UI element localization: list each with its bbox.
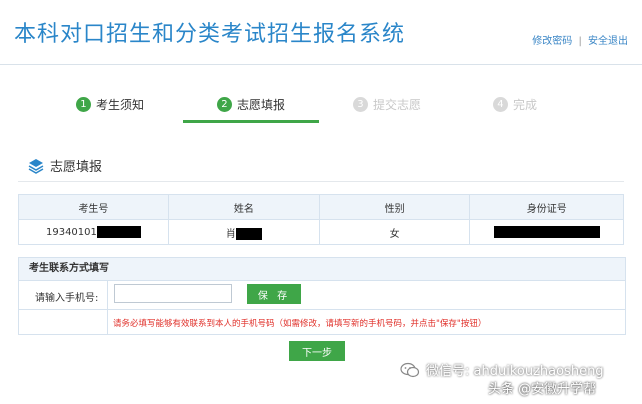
table-header-row: 考生号 姓名 性别 身份证号 — [18, 194, 624, 220]
gender-cell: 女 — [318, 219, 471, 245]
wechat-watermark: 微信号: ahduikouzhaosheng — [400, 360, 604, 379]
wechat-id: 微信号: ahduikouzhaosheng — [426, 364, 604, 379]
section-divider — [18, 181, 624, 182]
step-label: 完成 — [512, 97, 537, 112]
save-button[interactable]: 保 存 — [247, 284, 301, 304]
exam-no-cell: 19340101 — [18, 219, 169, 245]
wechat-icon — [400, 362, 420, 377]
phone-note: 请务必填写能够有效联系到本人的手机号码（如需修改，请填写新的手机号码，并点击"保… — [113, 319, 487, 329]
step-label: 考生须知 — [95, 97, 144, 112]
step-complete: 4 完成 — [455, 88, 575, 120]
student-info-table: 考生号 姓名 性别 身份证号 19340101 肖 女 — [18, 194, 624, 245]
step-instructions: 1 考生须知 — [40, 88, 180, 120]
name-cell: 肖 — [167, 219, 320, 245]
redaction-bar — [96, 226, 141, 238]
step-number: 2 — [216, 96, 232, 112]
header-links: 修改密码 | 安全退出 — [532, 32, 628, 47]
section-title-text: 志愿填报 — [50, 160, 103, 175]
note-row: 请务必填写能够有效联系到本人的手机号码（如需修改，请填写新的手机号码，并点击"保… — [19, 310, 625, 334]
phone-label: 请输入手机号: — [35, 293, 99, 304]
change-password-link[interactable]: 修改密码 — [532, 36, 572, 47]
step-progress: 1 考生须知 2 志愿填报 3 提交志愿 4 完成 — [0, 88, 642, 124]
header: 本科对口招生和分类考试招生报名系统 修改密码 | 安全退出 — [0, 0, 642, 65]
note-label-cell — [19, 310, 108, 334]
step-label: 志愿填报 — [236, 97, 285, 112]
col-exam-no: 考生号 — [18, 194, 169, 220]
redaction-bar — [493, 226, 600, 238]
step-fill-preferences: 2 志愿填报 — [183, 88, 319, 123]
phone-row: 请输入手机号: 保 存 — [19, 281, 625, 310]
phone-input[interactable] — [114, 284, 232, 303]
col-name: 姓名 — [167, 194, 320, 220]
next-step-button[interactable]: 下一步 — [289, 341, 345, 361]
phone-label-cell: 请输入手机号: — [19, 281, 108, 309]
site-title: 本科对口招生和分类考试招生报名系统 — [14, 22, 406, 47]
col-gender: 性别 — [318, 194, 471, 220]
source-watermark: 头条 @安徽升学帮 — [488, 382, 597, 397]
header-separator: | — [578, 36, 582, 47]
redaction-bar — [235, 227, 262, 240]
layers-icon — [28, 158, 44, 174]
step-number: 1 — [75, 96, 91, 112]
contact-form-heading: 考生联系方式填写 — [19, 258, 625, 281]
exam-no-value: 19340101 — [45, 227, 97, 238]
step-label: 提交志愿 — [372, 97, 421, 112]
col-id-number: 身份证号 — [469, 194, 624, 220]
step-number: 4 — [492, 96, 508, 112]
table-row: 19340101 肖 女 — [18, 219, 624, 245]
step-number: 3 — [352, 96, 368, 112]
id-number-cell — [469, 219, 624, 245]
contact-form: 考生联系方式填写 请输入手机号: 保 存 请务必填写能够有效联系到本人的手机号码… — [18, 257, 626, 335]
page: 本科对口招生和分类考试招生报名系统 修改密码 | 安全退出 1 考生须知 2 志… — [0, 0, 642, 404]
section-title: 志愿填报 — [28, 156, 102, 175]
step-submit: 3 提交志愿 — [322, 88, 452, 120]
name-value: 肖 — [225, 228, 236, 240]
logout-link[interactable]: 安全退出 — [588, 36, 628, 47]
